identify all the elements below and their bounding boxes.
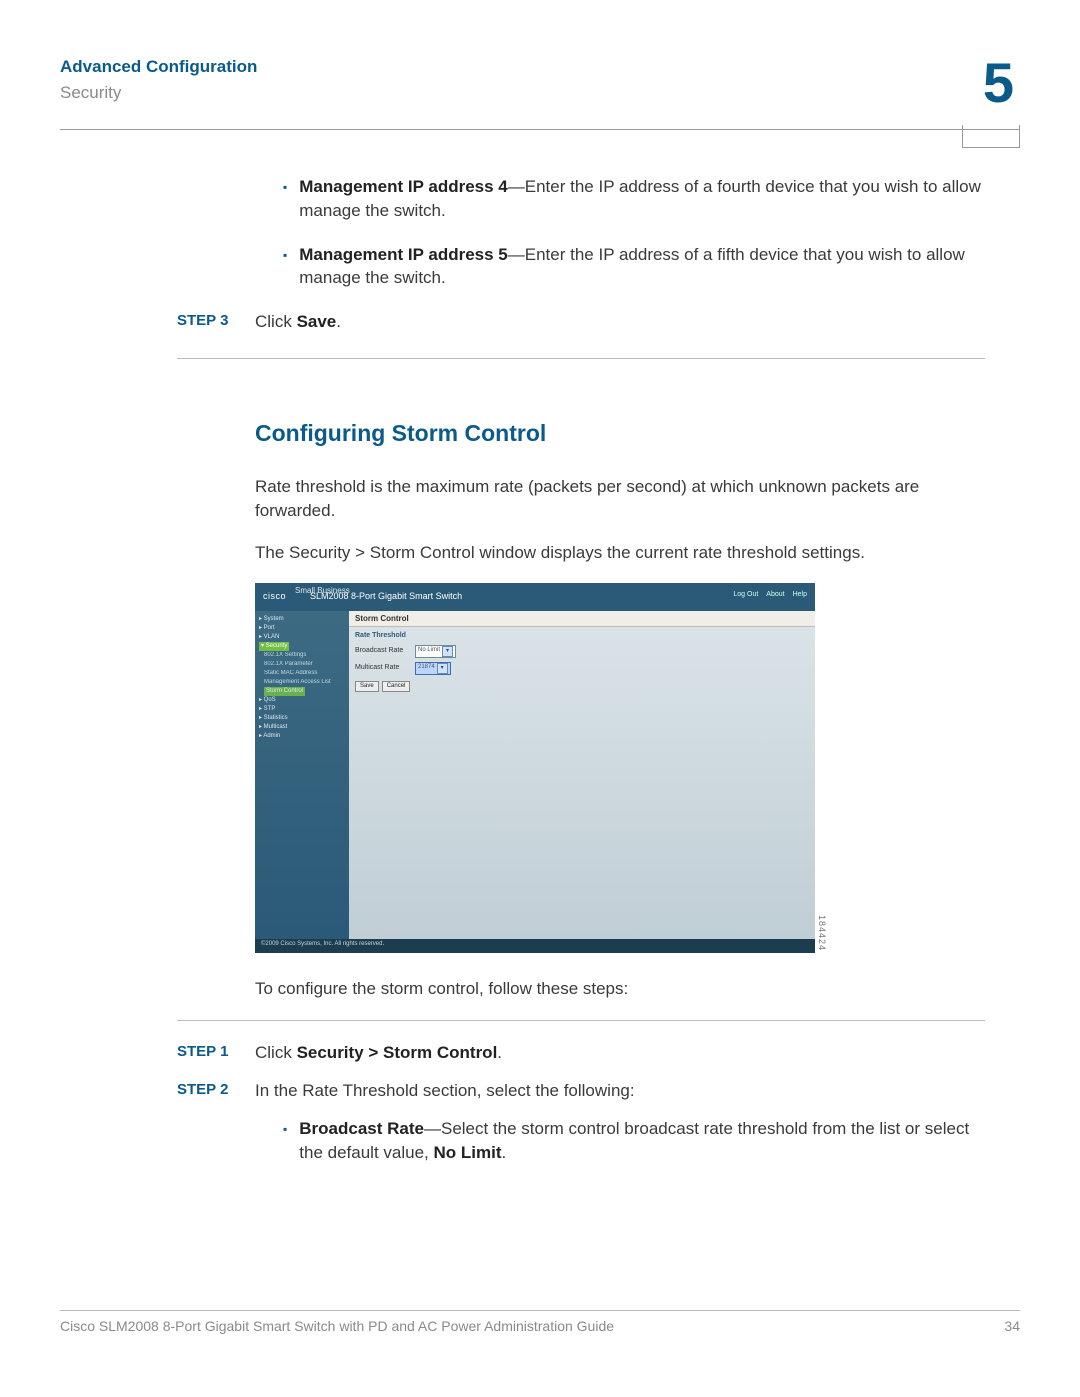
step-row: STEP 2 In the Rate Threshold section, se… — [255, 1079, 985, 1103]
step-label: STEP 1 — [177, 1041, 255, 1065]
figure-ref-number: 184424 — [816, 915, 827, 951]
paragraph: The Security > Storm Control window disp… — [255, 541, 985, 565]
nav-subitem[interactable]: Static MAC Address — [264, 669, 345, 678]
footer-page-number: 34 — [1004, 1317, 1020, 1337]
multicast-rate-select[interactable]: 21874▾ — [415, 662, 451, 675]
step-separator — [177, 1020, 985, 1021]
form-row: Broadcast Rate No Limit▾ — [349, 643, 815, 660]
save-button[interactable]: Save — [355, 681, 379, 692]
section-heading: Configuring Storm Control — [255, 417, 985, 449]
nav-item[interactable]: ▸ Port — [259, 624, 345, 633]
shot-link-logout[interactable]: Log Out — [733, 591, 758, 599]
nav-item[interactable]: ▸ VLAN — [259, 633, 345, 642]
page-footer: Cisco SLM2008 8-Port Gigabit Smart Switc… — [60, 1310, 1020, 1337]
shot-brand-sub: Small Business — [295, 586, 350, 596]
nav-item[interactable]: ▸ Statistics — [259, 714, 345, 723]
cancel-button[interactable]: Cancel — [382, 681, 411, 692]
nav-subitem-selected[interactable]: Storm Control — [264, 687, 305, 696]
footer-doc-title: Cisco SLM2008 8-Port Gigabit Smart Switc… — [60, 1317, 614, 1337]
panel-title: Storm Control — [349, 611, 815, 628]
form-row: Multicast Rate 21874▾ — [349, 660, 815, 677]
chevron-down-icon: ▾ — [437, 663, 448, 674]
nav-item[interactable]: ▸ System — [259, 615, 345, 624]
nav-subitem[interactable]: Management Access List — [264, 678, 345, 687]
step-label: STEP 2 — [177, 1079, 255, 1103]
step-separator — [177, 358, 985, 359]
cisco-logo: cisco — [263, 591, 286, 602]
step-label: STEP 3 — [177, 310, 255, 334]
nav-subitem[interactable]: 802.1X Settings — [264, 651, 345, 660]
bullet-item: ▪ Broadcast Rate—Select the storm contro… — [283, 1117, 985, 1165]
shot-nav: ▸ System ▸ Port ▸ VLAN ▾ Security 802.1X… — [255, 611, 349, 939]
panel-subtitle: Rate Threshold — [349, 627, 815, 642]
form-label: Broadcast Rate — [355, 647, 415, 655]
shot-link-help[interactable]: Help — [793, 591, 807, 599]
step-row: STEP 1 Click Security > Storm Control. — [255, 1041, 985, 1065]
paragraph: Rate threshold is the maximum rate (pack… — [255, 475, 985, 523]
nav-item[interactable]: ▸ QoS — [259, 696, 345, 705]
paragraph: To configure the storm control, follow t… — [255, 977, 985, 1001]
nav-item[interactable]: ▸ STP — [259, 705, 345, 714]
bullet-icon: ▪ — [283, 179, 287, 223]
chevron-down-icon: ▾ — [442, 646, 453, 657]
screenshot-figure: cisco Small Business SLM2008 8-Port Giga… — [255, 583, 815, 953]
nav-item[interactable]: ▸ Multicast — [259, 723, 345, 732]
shot-footer: ©2009 Cisco Systems, Inc. All rights res… — [255, 939, 815, 953]
broadcast-rate-select[interactable]: No Limit▾ — [415, 645, 456, 658]
nav-subitem[interactable]: 802.1X Parameter — [264, 660, 345, 669]
form-label: Multicast Rate — [355, 664, 415, 672]
header-title: Advanced Configuration — [60, 55, 983, 79]
shot-link-about[interactable]: About — [766, 591, 784, 599]
bullet-item: ▪ Management IP address 4—Enter the IP a… — [283, 175, 985, 223]
bullet-icon: ▪ — [283, 1121, 287, 1165]
bullet-icon: ▪ — [283, 247, 287, 291]
chapter-number: 5 — [983, 55, 1020, 111]
header-section: Security — [60, 81, 983, 105]
step-row: STEP 3 Click Save. — [255, 310, 985, 334]
bullet-item: ▪ Management IP address 5—Enter the IP a… — [283, 243, 985, 291]
chapter-tab — [962, 125, 1020, 148]
nav-item-selected[interactable]: ▾ Security — [259, 642, 289, 651]
nav-item[interactable]: ▸ Admin — [259, 732, 345, 741]
header-rule — [60, 129, 1020, 130]
